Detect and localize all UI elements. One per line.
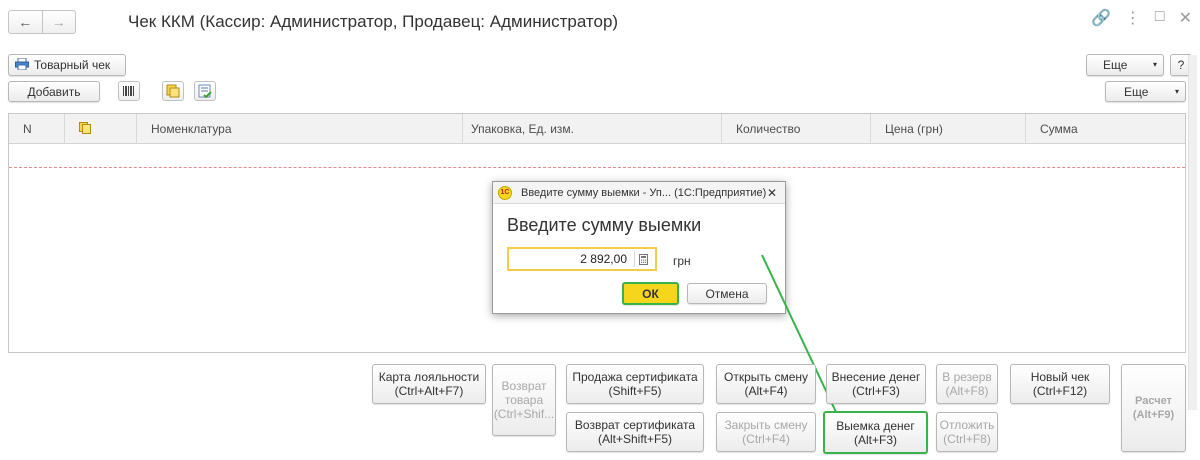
new-receipt-button[interactable]: Новый чек (Ctrl+F12): [1010, 364, 1110, 404]
loyalty-card-hotkey: (Ctrl+Alt+F7): [394, 384, 464, 398]
loyalty-card-label: Карта лояльности: [378, 370, 480, 384]
payment-hotkey: (Alt+F9): [1132, 409, 1175, 421]
open-shift-label: Открыть смену: [723, 370, 808, 384]
cash-in-label: Внесение денег: [831, 370, 921, 384]
return-goods-hotkey: (Ctrl+Shif...: [493, 407, 555, 421]
return-certificate-label: Возврат сертификата: [574, 418, 696, 432]
return-goods-button[interactable]: Возврат товара (Ctrl+Shif...: [492, 364, 556, 436]
return-certificate-hotkey: (Alt+Shift+F5): [597, 432, 673, 446]
sell-certificate-label: Продажа сертификата: [572, 370, 698, 384]
reserve-label: В резерв: [942, 370, 992, 384]
sell-certificate-button[interactable]: Продажа сертификата (Shift+F5): [566, 364, 704, 404]
cash-out-button[interactable]: Выемка денег (Alt+F3): [823, 411, 928, 454]
loyalty-card-button[interactable]: Карта лояльности (Ctrl+Alt+F7): [372, 364, 486, 404]
payment-button[interactable]: Расчет (Alt+F9): [1121, 364, 1186, 452]
close-shift-button[interactable]: Закрыть смену (Ctrl+F4): [716, 412, 816, 452]
postpone-hotkey: (Ctrl+F8): [943, 432, 991, 446]
cash-out-hotkey: (Alt+F3): [853, 432, 897, 447]
cash-in-hotkey: (Ctrl+F3): [852, 384, 900, 398]
open-shift-button[interactable]: Открыть смену (Alt+F4): [716, 364, 816, 404]
postpone-button[interactable]: Отложить (Ctrl+F8): [936, 412, 998, 452]
open-shift-hotkey: (Alt+F4): [744, 384, 788, 398]
postpone-label: Отложить: [939, 418, 995, 432]
cash-out-label: Выемка денег: [836, 418, 915, 433]
close-shift-label: Закрыть смену: [724, 418, 808, 432]
return-certificate-button[interactable]: Возврат сертификата (Alt+Shift+F5): [566, 412, 704, 452]
return-goods-label-1: Возврат: [501, 379, 547, 393]
payment-label: Расчет: [1135, 395, 1172, 407]
reserve-button[interactable]: В резерв (Alt+F8): [936, 364, 998, 404]
close-shift-hotkey: (Ctrl+F4): [742, 432, 790, 446]
sell-certificate-hotkey: (Shift+F5): [608, 384, 662, 398]
reserve-hotkey: (Alt+F8): [945, 384, 989, 398]
return-goods-label-2: товара: [504, 393, 544, 407]
new-receipt-hotkey: (Ctrl+F12): [1032, 384, 1088, 398]
cash-in-button[interactable]: Внесение денег (Ctrl+F3): [826, 364, 926, 404]
new-receipt-label: Новый чек: [1030, 370, 1090, 384]
